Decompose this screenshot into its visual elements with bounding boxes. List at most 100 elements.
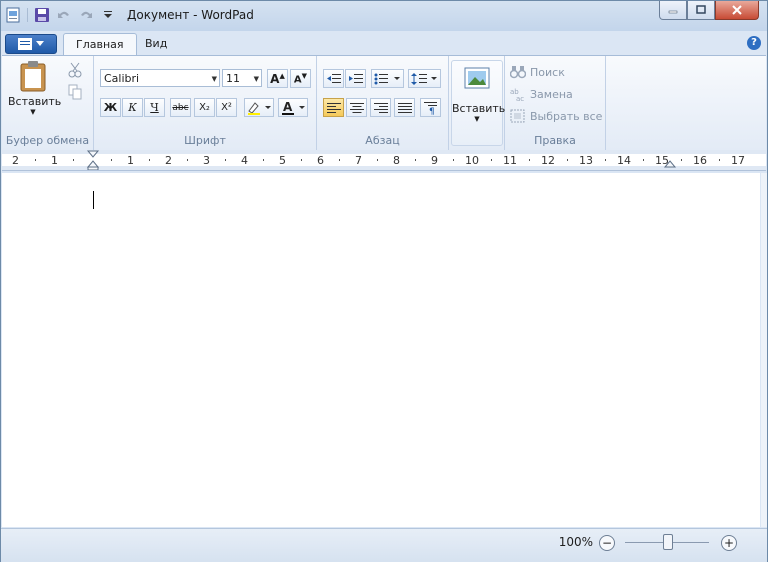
underline-button[interactable]: Ч <box>144 98 165 117</box>
zoom-out-button[interactable]: − <box>599 535 615 551</box>
italic-button[interactable]: К <box>122 98 143 117</box>
window-controls <box>659 1 759 20</box>
font-family-select[interactable]: Calibri ▼ <box>100 69 220 87</box>
undo-icon[interactable] <box>56 7 72 23</box>
quick-access-toolbar <box>5 7 116 23</box>
replace-label: Замена <box>530 87 573 101</box>
align-right-button[interactable] <box>370 98 391 117</box>
ruler-label: 13 <box>579 154 593 167</box>
document-area[interactable] <box>2 173 760 527</box>
svg-text:¶: ¶ <box>429 107 435 115</box>
align-left-button[interactable] <box>323 98 344 117</box>
align-right-icon <box>373 102 388 113</box>
help-icon[interactable]: ? <box>747 36 761 50</box>
chevron-down-icon: ▼ <box>253 75 259 83</box>
list-button[interactable] <box>371 69 404 88</box>
binoculars-icon <box>510 66 526 79</box>
highlight-color-button[interactable] <box>244 98 274 117</box>
paragraph-settings-button[interactable]: ¶ <box>420 98 441 117</box>
line-spacing-button[interactable] <box>408 69 441 88</box>
chevron-down-icon <box>36 41 44 46</box>
ruler-label: 6 <box>317 154 324 167</box>
editing-group: Поиск ab ac Замена Выбрать все Правка <box>505 56 606 150</box>
decrease-indent-icon <box>326 73 341 83</box>
grow-font-icon: A▲ <box>270 71 285 86</box>
svg-text:A: A <box>283 100 293 114</box>
ruler-label: 7 <box>355 154 362 167</box>
maximize-button[interactable] <box>687 1 715 20</box>
superscript-button[interactable]: X² <box>216 98 237 117</box>
find-button[interactable]: Поиск <box>510 65 565 79</box>
close-button[interactable] <box>715 1 759 20</box>
ruler-label: 17 <box>731 154 745 167</box>
vertical-scrollbar[interactable] <box>761 173 767 527</box>
insert-label: Вставить <box>452 102 506 115</box>
zoom-in-button[interactable]: + <box>721 535 737 551</box>
ribbon-tabs: Главная Вид ? <box>1 31 767 56</box>
status-bar: 100% − + <box>1 528 767 562</box>
customize-qat-icon[interactable] <box>100 7 116 23</box>
align-center-icon <box>349 102 364 113</box>
copy-icon[interactable] <box>68 84 82 103</box>
wordpad-app-icon[interactable] <box>5 7 21 23</box>
ruler-label: 1 <box>127 154 134 167</box>
paste-button[interactable]: Вставить ▼ <box>8 60 62 116</box>
tab-home[interactable]: Главная <box>63 33 137 56</box>
replace-button[interactable]: ab ac Замена <box>510 87 573 102</box>
line-spacing-icon <box>410 72 437 85</box>
decrease-indent-button[interactable] <box>323 69 344 88</box>
cut-icon[interactable] <box>68 62 82 81</box>
select-all-label: Выбрать все <box>530 109 603 123</box>
increase-indent-button[interactable] <box>345 69 366 88</box>
font-size-value: 11 <box>226 72 240 85</box>
zoom-slider-thumb[interactable] <box>663 534 673 550</box>
font-group-label: Шрифт <box>184 134 226 147</box>
bold-button[interactable]: Ж <box>100 98 121 117</box>
highlighter-icon <box>248 101 271 115</box>
subscript-button[interactable]: X₂ <box>194 98 215 117</box>
increase-indent-icon <box>348 73 363 83</box>
maximize-icon <box>696 5 706 14</box>
insert-group: Вставить ▼ <box>449 56 505 150</box>
select-all-button[interactable]: Выбрать все <box>510 109 602 123</box>
clipboard-group-label: Буфер обмена <box>5 134 90 147</box>
font-size-select[interactable]: 11 ▼ <box>222 69 262 87</box>
select-all-icon <box>510 109 525 123</box>
ruler-label: 9 <box>431 154 438 167</box>
font-color-button[interactable]: A <box>278 98 308 117</box>
tab-view[interactable]: Вид <box>133 33 179 55</box>
justify-button[interactable] <box>394 98 415 117</box>
ruler-label: 4 <box>241 154 248 167</box>
font-color-icon: A <box>282 100 305 115</box>
close-icon <box>732 5 742 15</box>
ruler-label: 8 <box>393 154 400 167</box>
ruler-label: 10 <box>465 154 479 167</box>
wordpad-window: Документ - WordPad Главная Вид ? Вставит… <box>0 0 768 562</box>
editing-group-label: Правка <box>534 134 576 147</box>
application-menu-button[interactable] <box>5 34 57 54</box>
clipboard-icon <box>20 61 46 92</box>
ruler-label: 2 <box>165 154 172 167</box>
grow-font-button[interactable]: A▲ <box>267 69 288 88</box>
title-bar: Документ - WordPad <box>1 1 767 31</box>
plus-icon: + <box>723 536 735 550</box>
strikethrough-button[interactable]: abc <box>170 98 191 117</box>
paste-dropdown-arrow: ▼ <box>30 108 36 116</box>
ruler-label: 5 <box>279 154 286 167</box>
ruler[interactable]: 2 1 1 2 3 4 5 6 7 8 9 10 11 12 13 14 15 … <box>2 150 766 171</box>
insert-button[interactable]: Вставить ▼ <box>451 60 506 146</box>
zoom-level: 100% <box>558 535 593 549</box>
minimize-icon <box>668 10 678 14</box>
ruler-label: 3 <box>203 154 210 167</box>
redo-icon[interactable] <box>78 7 94 23</box>
paragraph-icon: ¶ <box>423 101 437 115</box>
ruler-label: 1 <box>51 154 58 167</box>
save-icon[interactable] <box>34 7 50 23</box>
find-label: Поиск <box>530 65 565 79</box>
minimize-button[interactable] <box>659 1 687 20</box>
shrink-font-button[interactable]: A▼ <box>290 69 311 88</box>
paste-label: Вставить <box>8 95 62 108</box>
ruler-label: 2 <box>12 154 19 167</box>
align-left-icon <box>326 102 341 113</box>
align-center-button[interactable] <box>346 98 367 117</box>
